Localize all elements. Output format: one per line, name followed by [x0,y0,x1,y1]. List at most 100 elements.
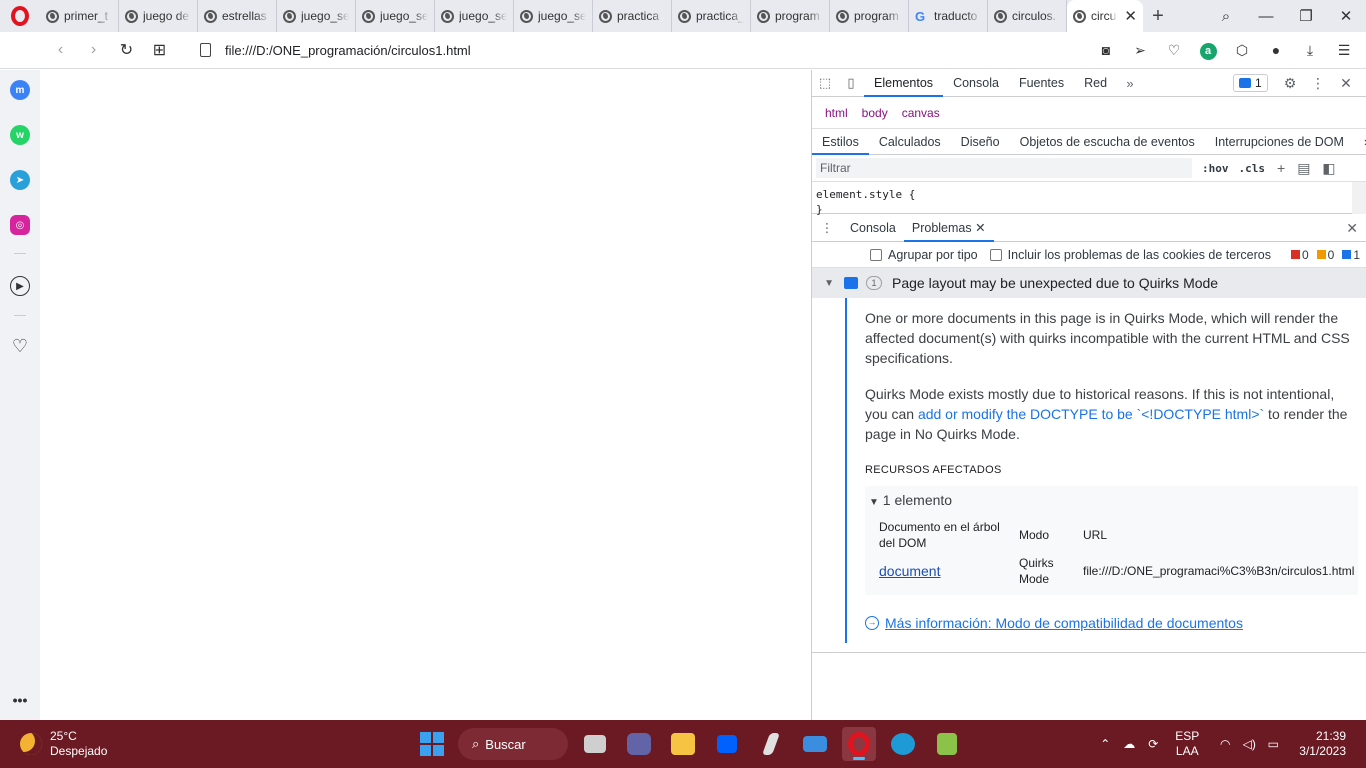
send-icon[interactable]: ➢ [1126,42,1154,59]
breadcrumb-canvas[interactable]: canvas [895,106,947,120]
player-icon[interactable]: ▶ [10,276,30,296]
task-view-icon[interactable] [578,727,612,761]
back-button[interactable]: ‹ [44,41,77,59]
browser-tab[interactable]: circulos. [988,0,1067,32]
drawer-tab-console[interactable]: Consola [842,214,904,242]
opera-taskbar-icon[interactable] [842,727,876,761]
browser-tab[interactable]: estrellas [198,0,277,32]
collapse-triangle-icon[interactable]: ▼ [812,278,834,289]
document-link[interactable]: document [879,555,1015,587]
browser-tab[interactable]: juego de [119,0,198,32]
browser-tab[interactable]: juego_se [435,0,514,32]
messenger-icon[interactable]: m [10,80,30,100]
whatsapp-icon[interactable]: w [10,125,30,145]
browser-tab[interactable]: traducto [909,0,988,32]
volume-icon[interactable]: ◁) [1237,737,1261,751]
sidebar-more-icon[interactable]: ••• [10,690,30,710]
tab-overview-icon[interactable]: ⊞ [143,40,176,60]
bookmarks-heart-icon[interactable]: ♡ [10,336,30,356]
browser-tab[interactable]: juego_se [277,0,356,32]
tab-computed[interactable]: Calculados [869,129,951,155]
kebab-menu-icon[interactable]: ⋮ [1304,75,1332,92]
easy-setup-icon[interactable]: ☰ [1330,42,1358,59]
tab-elements[interactable]: Elementos [864,70,944,97]
more-subtabs-icon[interactable]: » [1354,129,1366,155]
windows-start-icon[interactable] [420,732,444,756]
edge-icon[interactable] [886,727,920,761]
extension-a-icon[interactable]: a [1194,41,1222,60]
paint-icon[interactable]: ▤ [1297,160,1310,177]
minimize-button[interactable]: — [1246,8,1286,25]
page-canvas[interactable] [40,70,811,720]
include-cookies-checkbox[interactable] [989,248,1002,261]
close-window-button[interactable]: ✕ [1326,7,1366,25]
close-tab-icon[interactable]: ✕ [1124,7,1137,25]
affected-elements-toggle[interactable]: ▼ 1 elemento [869,490,1358,513]
tab-network[interactable]: Red [1074,70,1117,97]
hov-toggle[interactable]: :hov [1202,162,1229,175]
address-bar[interactable]: file:///D:/ONE_programación/circulos1.ht… [200,43,1092,58]
battery-icon[interactable]: ▭ [1261,737,1285,751]
more-tabs-icon[interactable]: » [1117,76,1143,91]
teams-icon[interactable] [622,727,656,761]
browser-tab-active[interactable]: circu ✕ [1067,0,1143,32]
tab-sources[interactable]: Fuentes [1009,70,1074,97]
styles-scrollbar[interactable] [1352,182,1366,214]
tab-styles[interactable]: Estilos [812,129,869,155]
doctype-link[interactable]: add or modify the DOCTYPE to be `<!DOCTY… [918,406,1264,422]
restore-button[interactable]: ❐ [1286,7,1326,25]
weather-widget[interactable]: 25°C Despejado [20,729,107,759]
settings-gear-icon[interactable]: ⚙ [1276,75,1304,92]
search-tabs-icon[interactable]: ⌕ [1206,8,1246,25]
mail-icon[interactable] [798,727,832,761]
language-indicator[interactable]: ESP LAA [1175,729,1199,759]
wifi-icon[interactable]: ◠ [1213,737,1237,751]
reload-button[interactable]: ↻ [110,40,143,60]
address-text[interactable]: file:///D:/ONE_programación/circulos1.ht… [225,43,471,58]
notepad-icon[interactable] [930,727,964,761]
learn-more-link[interactable]: Más información: Modo de compatibilidad … [885,613,1243,633]
close-devtools-icon[interactable]: ✕ [1332,75,1360,92]
group-by-type-checkbox[interactable] [870,248,882,261]
browser-tab[interactable]: practica_ [672,0,751,32]
breadcrumb-body[interactable]: body [855,106,895,120]
breadcrumb-html[interactable]: html [818,106,855,120]
chevron-up-icon[interactable]: ⌃ [1093,737,1117,751]
device-toolbar-icon[interactable]: ▯ [838,75,864,91]
close-issues-tab-icon[interactable]: ✕ [975,221,985,235]
forward-button[interactable]: › [77,41,110,59]
browser-tab[interactable]: juego_se [356,0,435,32]
clock[interactable]: 21:39 3/1/2023 [1299,729,1346,759]
cls-toggle[interactable]: .cls [1239,162,1266,175]
dropbox-icon[interactable] [710,727,744,761]
new-tab-button[interactable]: + [1143,5,1173,28]
instagram-icon[interactable]: ◎ [10,215,30,235]
cube-icon[interactable]: ⬡ [1228,42,1256,59]
cloud-icon[interactable]: ☁ [1117,737,1141,751]
tab-dom-breakpoints[interactable]: Interrupciones de DOM [1205,129,1354,155]
sublime-icon[interactable] [754,727,788,761]
browser-tab[interactable]: juego_se [514,0,593,32]
opera-menu-button[interactable] [0,0,40,32]
drawer-menu-icon[interactable]: ⋮ [812,220,842,235]
tab-layout[interactable]: Diseño [951,129,1010,155]
styles-filter-input[interactable]: Filtrar [816,158,1192,178]
tab-event-listeners[interactable]: Objetos de escucha de eventos [1010,129,1205,155]
inspect-element-icon[interactable]: ⬚ [812,75,838,91]
download-icon[interactable]: ⤓ [1296,42,1324,59]
camera-icon[interactable]: ◙ [1092,42,1120,58]
profile-icon[interactable]: ● [1262,42,1290,58]
issues-badge[interactable]: 1 [1233,74,1268,92]
sync-icon[interactable]: ⟳ [1141,737,1165,751]
taskbar-search[interactable]: ⌕ Buscar [458,728,568,760]
heart-icon[interactable]: ♡ [1160,42,1188,59]
style-rule-open[interactable]: element.style { [816,187,1362,202]
browser-tab[interactable]: program [830,0,909,32]
issue-header[interactable]: ▼ 1 Page layout may be unexpected due to… [812,268,1366,298]
drawer-tab-issues[interactable]: Problemas ✕ [903,214,994,242]
browser-tab[interactable]: primer_t [40,0,119,32]
tab-console[interactable]: Consola [943,70,1009,97]
browser-tab[interactable]: program [751,0,830,32]
close-drawer-icon[interactable]: ✕ [1346,220,1358,237]
file-explorer-icon[interactable] [666,727,700,761]
